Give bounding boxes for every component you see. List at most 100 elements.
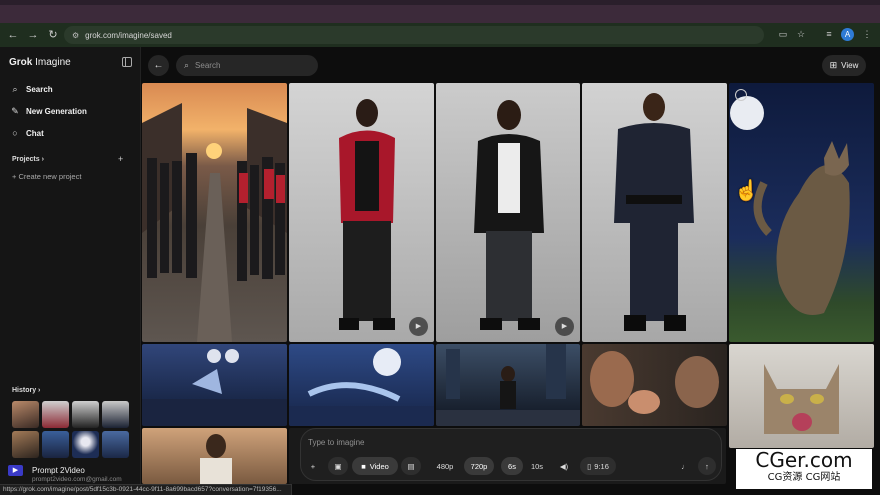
sidebar-item-chat[interactable]: ○ Chat <box>10 128 44 138</box>
status-bar-url: https://grok.com/imagine/post/5df15c3b-0… <box>0 484 292 495</box>
add-attachment-button[interactable]: + <box>304 457 322 475</box>
arrow-up-icon: ↑ <box>705 461 709 471</box>
video-camera-icon: ■ <box>361 461 366 471</box>
edit-icon: ✎ <box>11 106 19 116</box>
media-card-leather-jacket[interactable]: ▶ <box>436 83 580 342</box>
search-icon: ⌕ <box>184 60 190 70</box>
history-header[interactable]: History › <box>12 387 40 394</box>
hand-cursor-icon: ☝ <box>734 180 759 202</box>
search-input[interactable]: ⌕ Search <box>176 55 318 76</box>
arrow-left-icon: ← <box>153 60 164 71</box>
view-label: View <box>841 61 859 70</box>
watermark-logo: CGer.com CG资源 CG网站 <box>736 449 872 489</box>
forward-arrow-icon[interactable]: → <box>26 28 40 42</box>
storyboard-button[interactable]: ▤ <box>401 457 421 475</box>
history-thumbnail[interactable] <box>12 431 39 458</box>
account-name: Prompt 2Video <box>32 466 85 475</box>
man-red-jacket-image <box>339 99 395 330</box>
grid-icon: ⊞ <box>829 60 838 70</box>
site-settings-icon[interactable]: ⚙ <box>72 31 79 40</box>
star-icon[interactable]: ☆ <box>794 27 808 41</box>
search-placeholder: Search <box>195 61 221 70</box>
cat-under-moon-image <box>730 96 850 315</box>
back-button[interactable]: ← <box>148 55 169 76</box>
extensions-icon[interactable]: ≡ <box>822 27 836 41</box>
portrait-sunset-image <box>200 434 232 484</box>
anime-rooftop-image <box>142 349 287 426</box>
select-checkbox[interactable] <box>735 89 747 101</box>
microphone-button[interactable]: ♩ <box>676 457 694 475</box>
media-card-police-officer[interactable] <box>582 83 727 342</box>
back-arrow-icon[interactable]: ← <box>6 28 20 42</box>
sidebar-item-new-generation[interactable]: ✎ New Generation <box>10 106 87 116</box>
account-email: prompt2video.com@gmail.com <box>32 476 122 483</box>
plus-icon: + <box>310 461 316 471</box>
runner-city-image <box>436 344 580 426</box>
resolution-720p-option[interactable]: 720p <box>464 457 494 475</box>
sound-toggle[interactable]: ◀) <box>555 457 573 475</box>
media-card-red-jacket[interactable]: ▶ <box>289 83 434 342</box>
view-button[interactable]: ⊞ View <box>822 55 866 76</box>
play-icon[interactable]: ▶ <box>409 317 428 336</box>
app-logo[interactable]: Grok Imagine <box>9 57 71 68</box>
phone-frame-icon: ▯ <box>587 461 592 471</box>
play-icon[interactable]: ▶ <box>555 317 574 336</box>
watermark-main: CGer.com <box>755 448 853 472</box>
account-row[interactable]: ▶ Prompt 2Video <box>8 465 85 476</box>
sidebar-item-search[interactable]: ⌕ Search <box>10 84 53 94</box>
aspect-label: 9:16 <box>594 461 609 471</box>
sidebar-item-label: New Generation <box>26 106 87 116</box>
chat-icon: ○ <box>12 128 18 138</box>
history-thumbnail[interactable] <box>72 401 99 428</box>
aspect-ratio-button[interactable]: ▯ 9:16 <box>580 457 616 475</box>
play-icon: ▶ <box>8 465 23 476</box>
media-card-hissing-cat[interactable] <box>729 344 874 448</box>
prompt-input[interactable]: Type to imagine <box>308 438 364 447</box>
submit-button[interactable]: ↑ <box>698 457 716 475</box>
anime-moon-fight-image <box>289 348 434 426</box>
address-bar[interactable]: ⚙ grok.com/imagine/saved <box>64 26 764 44</box>
url-text: grok.com/imagine/saved <box>85 30 172 40</box>
media-card-anime-rooftop[interactable] <box>142 344 287 426</box>
profile-avatar[interactable]: A <box>841 28 854 41</box>
media-card-anime-moon-fight[interactable] <box>289 344 434 426</box>
history-thumbnail[interactable] <box>42 401 69 428</box>
history-thumbnail[interactable] <box>42 431 69 458</box>
hissing-cat-image <box>764 364 839 434</box>
browser-top-bar <box>0 0 880 5</box>
video-mode-button[interactable]: ■ Video <box>352 457 398 475</box>
history-thumbnail[interactable] <box>72 431 99 458</box>
media-card-cat-moon[interactable] <box>729 83 874 342</box>
microphone-icon: ♩ <box>681 461 689 471</box>
watermark-sub: CG资源 CG网站 <box>767 472 841 483</box>
man-leather-jacket-image <box>474 100 544 330</box>
create-project-link[interactable]: + Create new project <box>12 172 81 181</box>
media-card-runner-city[interactable] <box>436 344 580 426</box>
video-label: Video <box>369 461 389 471</box>
duration-10s-option[interactable]: 10s <box>526 457 548 475</box>
street-scene-image <box>142 103 287 342</box>
resolution-480p-option[interactable]: 480p <box>430 457 460 475</box>
sidebar-item-label: Search <box>26 84 53 94</box>
image-mode-button[interactable]: ▣ <box>328 457 348 475</box>
history-thumbnail[interactable] <box>12 401 39 428</box>
history-thumbnail[interactable] <box>102 431 129 458</box>
reload-icon[interactable]: ↻ <box>46 28 60 42</box>
media-card-portrait-sunset[interactable] <box>142 428 287 484</box>
media-card-street-standoff[interactable] <box>142 83 287 342</box>
sidebar-item-label: Chat <box>26 128 44 138</box>
police-officer-image <box>614 93 694 331</box>
fistfight-image <box>590 351 719 414</box>
menu-icon[interactable]: ⋮ <box>860 27 874 41</box>
projects-header[interactable]: Projects › <box>12 156 44 163</box>
media-card-fistfight[interactable] <box>582 344 727 426</box>
sidebar-toggle-icon[interactable] <box>122 57 132 67</box>
image-icon: ▣ <box>334 461 342 471</box>
film-icon: ▤ <box>407 461 415 471</box>
history-thumbnail[interactable] <box>102 401 129 428</box>
add-project-icon[interactable]: + <box>118 154 123 164</box>
cast-icon[interactable]: ▭ <box>776 27 790 41</box>
duration-6s-option[interactable]: 6s <box>501 457 523 475</box>
search-icon: ⌕ <box>12 84 18 94</box>
speaker-icon: ◀) <box>559 461 569 471</box>
